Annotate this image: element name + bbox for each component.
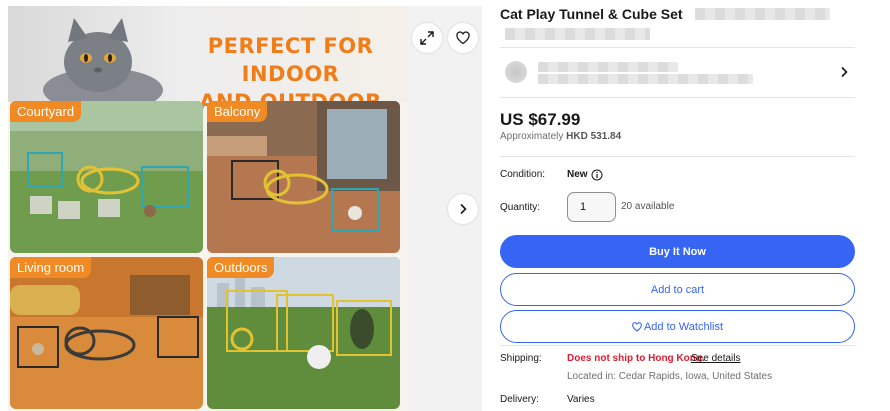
- cat-photo: [43, 18, 163, 102]
- tile-label-living-room: Living room: [10, 257, 92, 278]
- available-count: 20 available: [621, 201, 675, 212]
- divider: [500, 156, 855, 157]
- product-image[interactable]: PERFECT FOR INDOOR AND OUTDOOR USE Court…: [8, 6, 408, 411]
- listing-title: Cat Play Tunnel & Cube Set: [500, 6, 683, 22]
- add-to-cart-button[interactable]: Add to cart: [500, 273, 855, 306]
- condition-value: New: [567, 169, 588, 180]
- add-to-watchlist-label: Add to Watchlist: [643, 320, 724, 333]
- balcony-photo: [207, 101, 400, 253]
- shipping-warning: Does not ship to Hong Kong.: [567, 353, 705, 364]
- divider: [500, 47, 855, 48]
- seller-avatar: [505, 61, 527, 83]
- hero-text-line1: PERFECT FOR INDOOR: [207, 34, 374, 86]
- heart-icon: [632, 321, 642, 332]
- chevron-right-icon: [460, 203, 467, 215]
- see-details-link[interactable]: See details: [691, 353, 740, 364]
- quantity-input[interactable]: 1: [567, 192, 616, 222]
- image-gallery: PERFECT FOR INDOOR AND OUTDOOR USE Court…: [8, 6, 482, 411]
- item-location: Located in: Cedar Rapids, Iowa, United S…: [567, 371, 773, 382]
- price: US $67.99: [500, 110, 581, 129]
- redacted-seller-name: [538, 62, 678, 72]
- next-image-button[interactable]: [448, 194, 478, 224]
- watch-heart-button[interactable]: [448, 23, 478, 53]
- delivery-label: Delivery:: [500, 394, 539, 405]
- tile-outdoors: Outdoors: [207, 257, 400, 409]
- buy-it-now-button[interactable]: Buy It Now: [500, 235, 855, 268]
- shipping-label: Shipping:: [500, 353, 542, 364]
- expand-button[interactable]: [412, 23, 442, 53]
- redacted-title-part: [695, 8, 830, 20]
- tile-living-room: Living room: [10, 257, 203, 409]
- courtyard-photo: [10, 101, 203, 253]
- approx-prefix: Approximately: [500, 131, 564, 142]
- tile-label-courtyard: Courtyard: [10, 101, 82, 122]
- living-room-photo: [10, 257, 203, 409]
- condition-label: Condition:: [500, 169, 546, 180]
- redacted-seller-feedback: [538, 74, 753, 84]
- divider: [500, 97, 855, 98]
- tile-balcony: Balcony: [207, 101, 400, 253]
- expand-icon: [420, 31, 434, 45]
- outdoors-photo: [207, 257, 400, 409]
- tile-label-balcony: Balcony: [207, 101, 268, 122]
- chevron-right-icon: [841, 66, 848, 78]
- approx-price: Approximately HKD 531.84: [500, 131, 621, 142]
- heart-icon: [456, 31, 470, 45]
- tile-courtyard: Courtyard: [10, 101, 203, 253]
- approx-value: HKD 531.84: [566, 131, 622, 142]
- info-icon[interactable]: [591, 169, 603, 181]
- seller-info-row[interactable]: [500, 54, 855, 94]
- tile-label-outdoors: Outdoors: [207, 257, 275, 278]
- delivery-value: Varies: [567, 394, 595, 405]
- divider: [500, 345, 855, 346]
- quantity-label: Quantity:: [500, 202, 541, 213]
- add-to-watchlist-button[interactable]: Add to Watchlist: [500, 310, 855, 343]
- redacted-title-part: [505, 28, 650, 40]
